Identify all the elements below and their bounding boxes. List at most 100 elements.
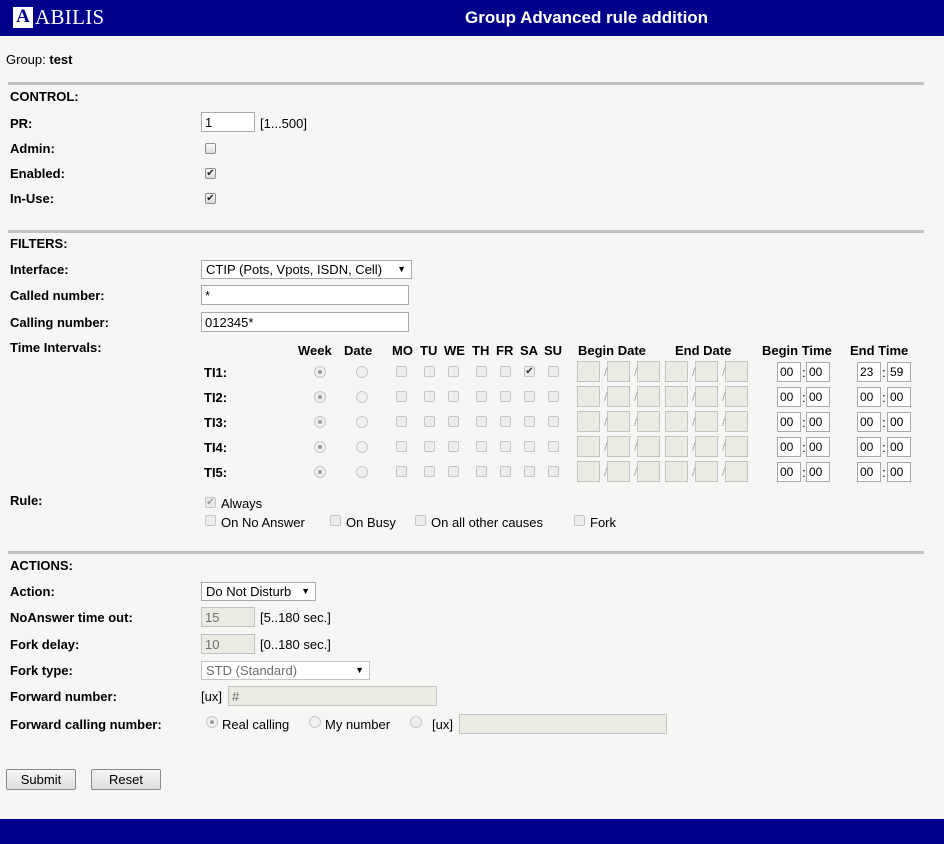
forward-number-input[interactable] [228, 686, 437, 706]
fwdcalling-real-radio[interactable] [206, 716, 218, 728]
ti-date-field[interactable] [725, 436, 748, 457]
forward-calling-input[interactable] [459, 714, 667, 734]
ti-date-field[interactable] [577, 361, 600, 382]
enabled-checkbox[interactable]: ✔ [205, 168, 216, 179]
ti-date-field[interactable] [665, 436, 688, 457]
ti-day-checkbox[interactable] [448, 366, 459, 377]
noanswer-timeout-input[interactable] [201, 607, 255, 627]
ti-week-radio[interactable] [314, 416, 326, 428]
ti-end-hour[interactable]: 00 [857, 437, 881, 457]
ti-day-checkbox[interactable] [524, 416, 535, 427]
ti-week-radio[interactable] [314, 391, 326, 403]
ti-begin-minute[interactable]: 00 [806, 362, 830, 382]
ti-date-field[interactable] [577, 386, 600, 407]
ti-end-hour[interactable]: 00 [857, 462, 881, 482]
ti-day-checkbox[interactable] [476, 391, 487, 402]
ti-day-checkbox[interactable] [476, 466, 487, 477]
ti-date-field[interactable] [637, 436, 660, 457]
ti-day-checkbox[interactable] [524, 391, 535, 402]
ti-begin-minute[interactable]: 00 [806, 437, 830, 457]
ti-date-field[interactable] [607, 461, 630, 482]
ti-day-checkbox[interactable] [476, 416, 487, 427]
ti-date-field[interactable] [637, 386, 660, 407]
action-select[interactable]: Do Not Disturb ▼ [201, 582, 316, 601]
ti-begin-hour[interactable]: 00 [777, 437, 801, 457]
ti-day-checkbox[interactable] [396, 466, 407, 477]
ti-date-field[interactable] [607, 386, 630, 407]
interface-select[interactable]: CTIP (Pots, Vpots, ISDN, Cell) ▼ [201, 260, 412, 279]
ti-day-checkbox[interactable] [548, 391, 559, 402]
ti-date-field[interactable] [577, 461, 600, 482]
ti-begin-hour[interactable]: 00 [777, 362, 801, 382]
ti-date-field[interactable] [637, 411, 660, 432]
ti-day-checkbox[interactable] [448, 466, 459, 477]
ti-day-checkbox[interactable] [424, 416, 435, 427]
ti-date-field[interactable] [637, 361, 660, 382]
ti-date-field[interactable] [725, 386, 748, 407]
ti-day-checkbox[interactable] [548, 416, 559, 427]
rule-other-checkbox[interactable] [415, 515, 426, 526]
ti-day-checkbox[interactable] [424, 441, 435, 452]
pr-input[interactable] [201, 112, 255, 132]
ti-date-field[interactable] [725, 361, 748, 382]
ti-begin-hour[interactable]: 00 [777, 412, 801, 432]
ti-day-checkbox[interactable] [396, 441, 407, 452]
ti-day-checkbox[interactable] [500, 366, 511, 377]
fwdcalling-custom-radio[interactable] [410, 716, 422, 728]
ti-date-field[interactable] [577, 411, 600, 432]
ti-day-checkbox[interactable] [396, 366, 407, 377]
ti-date-field[interactable] [695, 411, 718, 432]
inuse-checkbox[interactable]: ✔ [205, 193, 216, 204]
ti-date-field[interactable] [665, 361, 688, 382]
ti-day-checkbox[interactable] [548, 366, 559, 377]
called-number-input[interactable] [201, 285, 409, 305]
admin-checkbox[interactable] [205, 143, 216, 154]
ti-day-checkbox[interactable] [524, 441, 535, 452]
ti-day-checkbox[interactable]: ✔ [524, 366, 535, 377]
fwdcalling-my-radio[interactable] [309, 716, 321, 728]
ti-end-hour[interactable]: 00 [857, 387, 881, 407]
ti-day-checkbox[interactable] [548, 466, 559, 477]
ti-date-field[interactable] [665, 461, 688, 482]
ti-date-field[interactable] [695, 436, 718, 457]
ti-date-field[interactable] [725, 461, 748, 482]
ti-date-radio[interactable] [356, 466, 368, 478]
ti-date-field[interactable] [637, 461, 660, 482]
ti-day-checkbox[interactable] [476, 366, 487, 377]
ti-end-minute[interactable]: 59 [887, 362, 911, 382]
ti-date-field[interactable] [665, 386, 688, 407]
ti-day-checkbox[interactable] [548, 441, 559, 452]
ti-end-minute[interactable]: 00 [887, 387, 911, 407]
ti-begin-hour[interactable]: 00 [777, 462, 801, 482]
ti-end-minute[interactable]: 00 [887, 462, 911, 482]
ti-end-minute[interactable]: 00 [887, 412, 911, 432]
ti-day-checkbox[interactable] [424, 366, 435, 377]
submit-button[interactable]: Submit [6, 769, 76, 790]
ti-day-checkbox[interactable] [500, 416, 511, 427]
ti-day-checkbox[interactable] [500, 391, 511, 402]
ti-end-minute[interactable]: 00 [887, 437, 911, 457]
ti-date-field[interactable] [607, 361, 630, 382]
ti-date-field[interactable] [607, 436, 630, 457]
ti-day-checkbox[interactable] [424, 391, 435, 402]
ti-day-checkbox[interactable] [396, 416, 407, 427]
fork-type-select[interactable]: STD (Standard) ▼ [201, 661, 370, 680]
ti-begin-minute[interactable]: 00 [806, 387, 830, 407]
rule-noanswer-checkbox[interactable] [205, 515, 216, 526]
ti-date-field[interactable] [577, 436, 600, 457]
rule-always-checkbox[interactable]: ✔ [205, 497, 216, 508]
ti-week-radio[interactable] [314, 366, 326, 378]
ti-begin-minute[interactable]: 00 [806, 462, 830, 482]
ti-date-radio[interactable] [356, 391, 368, 403]
ti-date-radio[interactable] [356, 441, 368, 453]
ti-day-checkbox[interactable] [424, 466, 435, 477]
ti-date-field[interactable] [695, 386, 718, 407]
ti-day-checkbox[interactable] [396, 391, 407, 402]
ti-day-checkbox[interactable] [448, 441, 459, 452]
ti-begin-minute[interactable]: 00 [806, 412, 830, 432]
ti-day-checkbox[interactable] [476, 441, 487, 452]
ti-day-checkbox[interactable] [500, 441, 511, 452]
ti-week-radio[interactable] [314, 466, 326, 478]
ti-day-checkbox[interactable] [448, 391, 459, 402]
ti-date-field[interactable] [695, 361, 718, 382]
